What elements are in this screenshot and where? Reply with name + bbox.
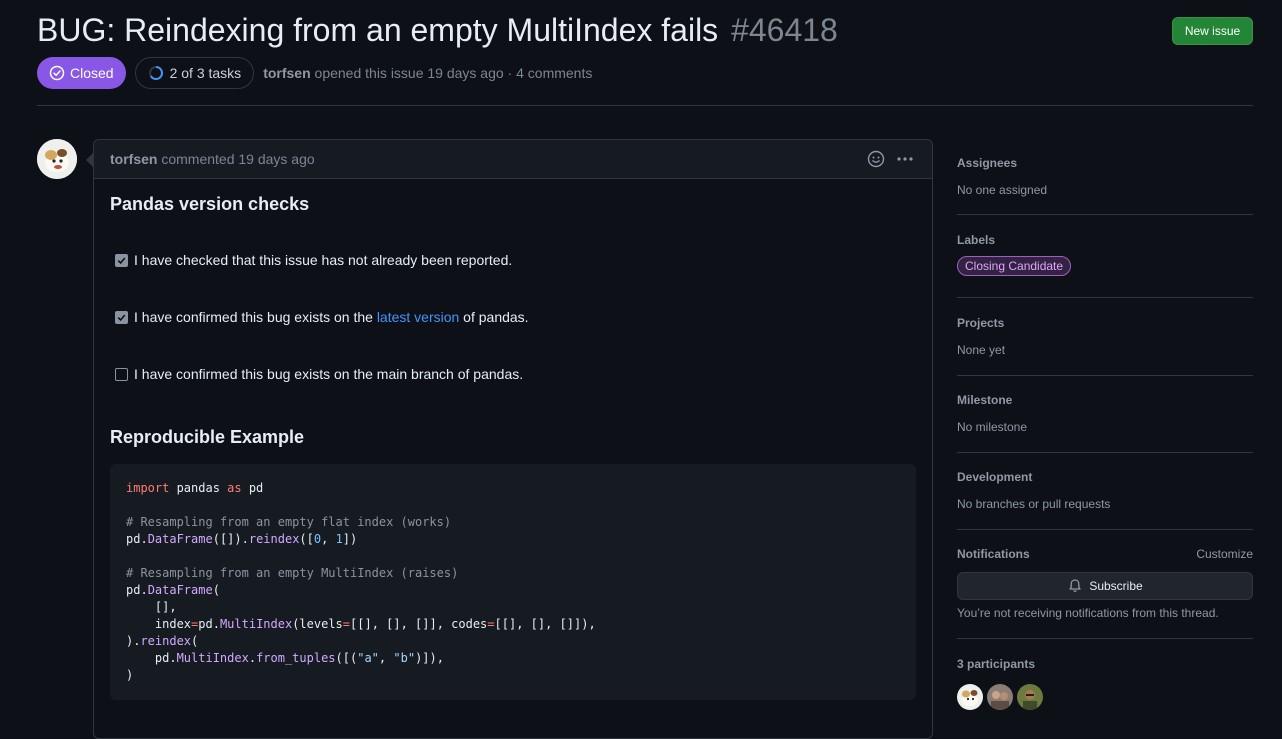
sidebar-divider <box>957 529 1253 530</box>
status-badge: Closed <box>37 57 126 89</box>
assignees-value: No one assigned <box>957 183 1048 197</box>
code-line: import pandas as pd <box>126 481 264 495</box>
participant-avatar-image <box>957 684 983 710</box>
code-line: pd.DataFrame( <box>126 583 220 597</box>
sidebar-divider <box>957 375 1253 376</box>
task-text-2-after: of pandas. <box>459 309 529 325</box>
issue-title: BUG: Reindexing from an empty MultiIndex… <box>37 8 838 52</box>
sidebar-participants: 3 participants <box>957 657 1253 671</box>
projects-value: None yet <box>957 343 1006 357</box>
comment-timestamp[interactable]: commented 19 days ago <box>161 151 314 167</box>
label-closing-candidate[interactable]: Closing Candidate <box>957 256 1072 276</box>
development-title[interactable]: Development <box>957 470 1253 484</box>
bell-icon <box>1069 579 1081 592</box>
task-text-2-before: I have confirmed this bug exists on the <box>134 309 377 325</box>
participant-avatar[interactable] <box>987 684 1013 710</box>
avatar[interactable] <box>37 139 77 179</box>
issue-author-link[interactable]: torfsen <box>263 65 310 81</box>
kebab-horizontal-icon[interactable] <box>895 149 915 169</box>
issue-opened-text: opened this issue 19 days ago · 4 commen… <box>314 65 593 81</box>
labels-title[interactable]: Labels <box>957 233 1253 247</box>
participants-title: 3 participants <box>957 657 1036 671</box>
issue-meta-row: Closed 2 of 3 tasks torfsen opened this … <box>37 57 592 89</box>
author-avatar-image <box>37 139 77 179</box>
task-item-1: I have checked that this issue has not a… <box>115 251 512 269</box>
code-line: pd.DataFrame([]).reindex([0, 1]) <box>126 532 358 546</box>
sidebar-labels: Labels Closing Candidate <box>957 233 1253 276</box>
comment-author-link[interactable]: torfsen <box>110 151 157 167</box>
subscribe-button[interactable]: Subscribe <box>957 572 1253 600</box>
task-checkbox-3[interactable] <box>115 367 128 381</box>
participant-avatar-image <box>987 684 1013 710</box>
header-divider <box>37 105 1253 106</box>
heading-reproducible-example: Reproducible Example <box>110 427 305 447</box>
sidebar-milestone: Milestone No milestone <box>957 393 1253 434</box>
code-content: import pandas as pd # Resampling from an… <box>126 480 900 684</box>
code-line: pd.MultiIndex.from_tuples([("a", "b")]), <box>126 651 444 665</box>
code-line: # Resampling from an empty MultiIndex (r… <box>126 566 459 580</box>
new-issue-button[interactable]: New issue <box>1172 17 1253 45</box>
task-item-2: I have confirmed this bug exists on the … <box>115 308 529 326</box>
tasks-progress-label: 2 of 3 tasks <box>169 65 242 81</box>
participant-avatar-image <box>1017 684 1043 710</box>
participant-avatar[interactable] <box>1017 684 1043 710</box>
customize-link[interactable]: Customize <box>1196 547 1253 561</box>
assignees-title[interactable]: Assignees <box>957 156 1253 170</box>
code-block[interactable]: import pandas as pd # Resampling from an… <box>110 464 916 700</box>
notification-status-text: You’re not receiving notifications from … <box>957 606 1219 620</box>
milestone-title[interactable]: Milestone <box>957 393 1253 407</box>
task-checkbox-1[interactable] <box>115 253 128 267</box>
sidebar-development: Development No branches or pull requests <box>957 470 1253 511</box>
closed-check-icon <box>49 65 65 81</box>
projects-title[interactable]: Projects <box>957 316 1253 330</box>
issue-number: #46418 <box>731 12 838 48</box>
milestone-value: No milestone <box>957 420 1028 434</box>
participant-avatar[interactable] <box>957 684 983 710</box>
code-line: # Resampling from an empty flat index (w… <box>126 515 452 529</box>
progress-ring-icon <box>148 66 163 80</box>
participants-list <box>957 684 1047 710</box>
latest-version-link[interactable]: latest version <box>377 309 459 325</box>
sidebar-notifications: Notifications Customize <box>957 547 1253 561</box>
tasks-progress-badge[interactable]: 2 of 3 tasks <box>134 57 255 89</box>
status-badge-label: Closed <box>70 65 114 81</box>
smiley-icon[interactable] <box>867 150 885 168</box>
subscribe-label: Subscribe <box>1089 579 1143 593</box>
code-line: ).reindex( <box>126 634 199 648</box>
heading-version-checks: Pandas version checks <box>110 194 310 214</box>
issue-opened-meta: torfsen opened this issue 19 days ago · … <box>263 65 592 81</box>
code-line: [], <box>126 600 177 614</box>
code-line: index=pd.MultiIndex(levels=[[], [], []],… <box>126 617 596 631</box>
checkmark-icon <box>117 313 126 321</box>
code-line: ) <box>126 668 134 682</box>
comment-meta: torfsen commented 19 days ago <box>110 151 315 167</box>
checkmark-icon <box>117 256 126 264</box>
sidebar-projects: Projects None yet <box>957 316 1253 357</box>
sidebar-divider <box>957 638 1253 639</box>
sidebar-divider <box>957 452 1253 453</box>
sidebar-divider <box>957 297 1253 298</box>
task-item-3: I have confirmed this bug exists on the … <box>115 365 523 383</box>
task-text-1: I have checked that this issue has not a… <box>134 252 513 268</box>
task-text-3: I have confirmed this bug exists on the … <box>134 366 524 382</box>
comment-header: torfsen commented 19 days ago <box>94 140 932 179</box>
sidebar-assignees: Assignees No one assigned <box>957 156 1253 197</box>
development-value: No branches or pull requests <box>957 497 1111 511</box>
sidebar-divider <box>957 214 1253 215</box>
issue-title-text: BUG: Reindexing from an empty MultiIndex… <box>37 12 719 48</box>
task-checkbox-2[interactable] <box>115 310 128 324</box>
